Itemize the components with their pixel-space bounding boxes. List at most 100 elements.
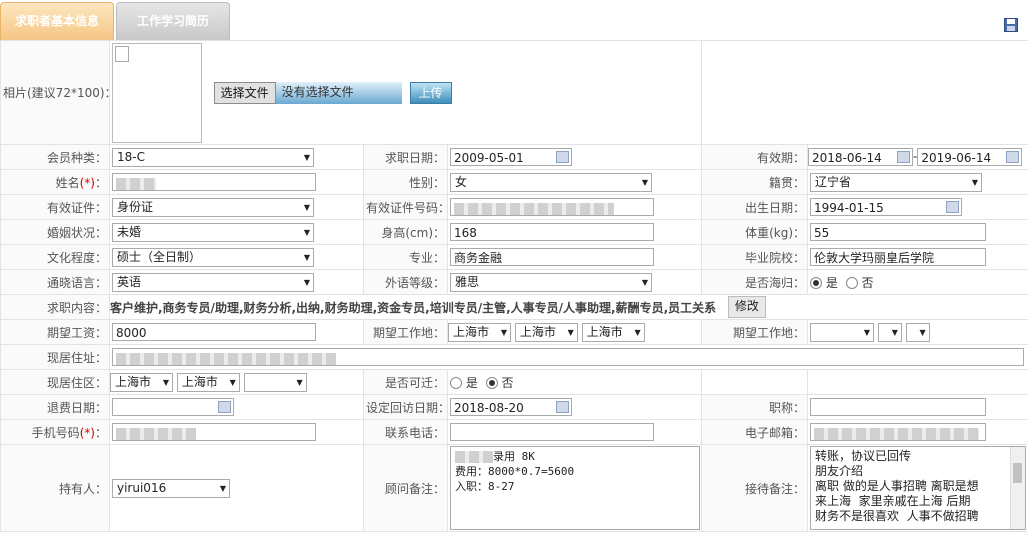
- refund-date-input[interactable]: [112, 398, 234, 416]
- upload-button[interactable]: 上传: [409, 81, 452, 104]
- save-icon[interactable]: [1004, 18, 1018, 32]
- relocate-label: 是否可迁：: [363, 369, 448, 395]
- school-input[interactable]: 伦敦大学玛丽皇后学院: [810, 248, 987, 266]
- language-select[interactable]: 英语 ▼: [112, 272, 314, 292]
- job-content-text: 客户维护,商务专员/助理,财务分析,出纳,财务助理,资金专员,培训专员/主管,人…: [110, 300, 717, 315]
- returnee-no-radio[interactable]: [845, 277, 858, 289]
- email-input[interactable]: [810, 423, 987, 441]
- major-input[interactable]: 商务金融: [450, 248, 654, 266]
- expected-location-label: 期望工作地：: [363, 319, 448, 345]
- district-city-select[interactable]: 上海市 ▼: [176, 372, 240, 392]
- gender-label: 性别：: [363, 169, 448, 195]
- calendar-icon: [946, 201, 960, 213]
- expected-salary-input[interactable]: 8000: [112, 323, 316, 341]
- foreign-level-select[interactable]: 雅思 ▼: [450, 272, 652, 292]
- apply-date-input[interactable]: 2009-05-01: [450, 148, 572, 166]
- height-input[interactable]: 168: [450, 223, 654, 241]
- chevron-down-icon: ▼: [229, 377, 236, 387]
- returnee-yes-radio[interactable]: [810, 277, 823, 289]
- education-select[interactable]: 硕士（全日制） ▼: [112, 247, 314, 267]
- marital-label: 婚姻状况：: [0, 219, 110, 245]
- chevron-down-icon: ▼: [641, 277, 648, 287]
- refund-date-label: 退费日期：: [0, 394, 110, 420]
- mobile-label: 手机号码(*)：: [0, 419, 110, 445]
- expected-location2-city-select[interactable]: ▼: [877, 322, 902, 342]
- id-type-label: 有效证件：: [0, 194, 110, 220]
- file-status-text: 没有选择文件: [275, 81, 402, 104]
- validity-start-input[interactable]: 2018-06-14: [808, 148, 914, 166]
- school-label: 毕业院校：: [701, 244, 809, 270]
- member-type-select[interactable]: 18-C ▼: [112, 147, 314, 167]
- address-input[interactable]: [112, 348, 1024, 366]
- chevron-down-icon: ▼: [891, 327, 898, 337]
- marital-select[interactable]: 未婚 ▼: [112, 222, 314, 242]
- validity-label: 有效期：: [701, 144, 809, 170]
- expected-location-province-select[interactable]: 上海市 ▼: [448, 322, 511, 342]
- chevron-down-icon: ▼: [641, 177, 648, 187]
- chevron-down-icon: ▼: [500, 327, 507, 337]
- phone-label: 联系电话：: [363, 419, 448, 445]
- revisit-date-label: 设定回访日期：: [363, 394, 448, 420]
- expected-location2-district-select[interactable]: ▼: [905, 322, 930, 342]
- expected-location-city-select[interactable]: 上海市 ▼: [514, 322, 578, 342]
- chevron-down-icon: ▼: [919, 327, 926, 337]
- id-number-label: 有效证件号码：: [363, 194, 448, 220]
- member-type-label: 会员种类：: [0, 144, 110, 170]
- revisit-date-input[interactable]: 2018-08-20: [450, 398, 572, 416]
- validity-end-input[interactable]: 2019-06-14: [917, 148, 1023, 166]
- expected-location-district-select[interactable]: 上海市 ▼: [581, 322, 645, 342]
- relocate-no-label: 否: [501, 375, 514, 390]
- choose-file-button[interactable]: 选择文件: [213, 81, 276, 104]
- receive-note-textarea[interactable]: 转账，协议已回传 朋友介绍 离职 做的是人事招聘 离职是想 来上海 家里亲戚在上…: [810, 446, 1027, 530]
- chevron-down-icon: ▼: [634, 327, 641, 337]
- phone-input[interactable]: [450, 423, 654, 441]
- calendar-icon: [556, 151, 569, 163]
- expected-location2-label: 期望工作地：: [701, 319, 809, 345]
- chevron-down-icon: ▼: [162, 377, 169, 387]
- chevron-down-icon: ▼: [219, 483, 226, 493]
- chevron-down-icon: ▼: [303, 252, 310, 262]
- holder-select[interactable]: yirui016 ▼: [112, 478, 230, 498]
- birth-date-input[interactable]: 1994-01-15: [810, 198, 963, 216]
- modify-job-content-button[interactable]: 修改: [727, 296, 766, 318]
- job-seeker-form: 相片(建议72*100)： 选择文件 没有选择文件 上传 会员种类： 18-C ▼ …: [0, 40, 1028, 532]
- district-province-select[interactable]: 上海市 ▼: [110, 372, 173, 392]
- relocate-no-radio[interactable]: [485, 377, 498, 389]
- consultant-note-textarea[interactable]: 录用 8K 费用：8000*0.7=5600 入职：8-27: [450, 446, 700, 530]
- native-place-label: 籍贯：: [701, 169, 809, 195]
- returnee-no-label: 否: [861, 275, 874, 290]
- native-place-select[interactable]: 辽宁省 ▼: [810, 172, 983, 192]
- id-type-select[interactable]: 身份证 ▼: [112, 197, 314, 217]
- receive-note-scrollbar[interactable]: [1010, 447, 1026, 529]
- job-title-input[interactable]: [810, 398, 987, 416]
- relocate-yes-radio[interactable]: [450, 377, 462, 389]
- mobile-input[interactable]: [112, 423, 316, 441]
- relocate-yes-label: 是: [465, 375, 478, 390]
- tab-basic-info[interactable]: 求职者基本信息: [0, 2, 114, 41]
- calendar-icon: [1006, 151, 1020, 163]
- tab-work-study-resume[interactable]: 工作学习简历: [116, 2, 230, 41]
- chevron-down-icon: ▼: [567, 327, 574, 337]
- expected-location2-province-select[interactable]: ▼: [810, 322, 875, 342]
- chevron-down-icon: ▼: [303, 227, 310, 237]
- weight-label: 体重(kg)：: [701, 219, 809, 245]
- weight-input[interactable]: 55: [810, 223, 987, 241]
- holder-label: 持有人：: [0, 444, 110, 532]
- calendar-icon: [897, 151, 911, 163]
- returnee-yes-label: 是: [825, 275, 838, 290]
- calendar-icon: [218, 401, 231, 413]
- chevron-down-icon: ▼: [296, 377, 303, 387]
- calendar-icon: [556, 401, 569, 413]
- broken-image-icon: [115, 45, 129, 62]
- photo-preview: [112, 42, 202, 143]
- foreign-level-label: 外语等级：: [363, 269, 448, 295]
- id-number-input[interactable]: [450, 198, 654, 216]
- name-input[interactable]: [112, 173, 316, 191]
- district-area-select[interactable]: ▼: [243, 372, 307, 392]
- education-label: 文化程度：: [0, 244, 110, 270]
- chevron-down-icon: ▼: [971, 177, 979, 187]
- address-label: 现居住址：: [0, 344, 110, 370]
- district-label: 现居住区：: [0, 369, 110, 395]
- gender-select[interactable]: 女 ▼: [450, 172, 652, 192]
- name-label: 姓名(*)：: [0, 169, 110, 195]
